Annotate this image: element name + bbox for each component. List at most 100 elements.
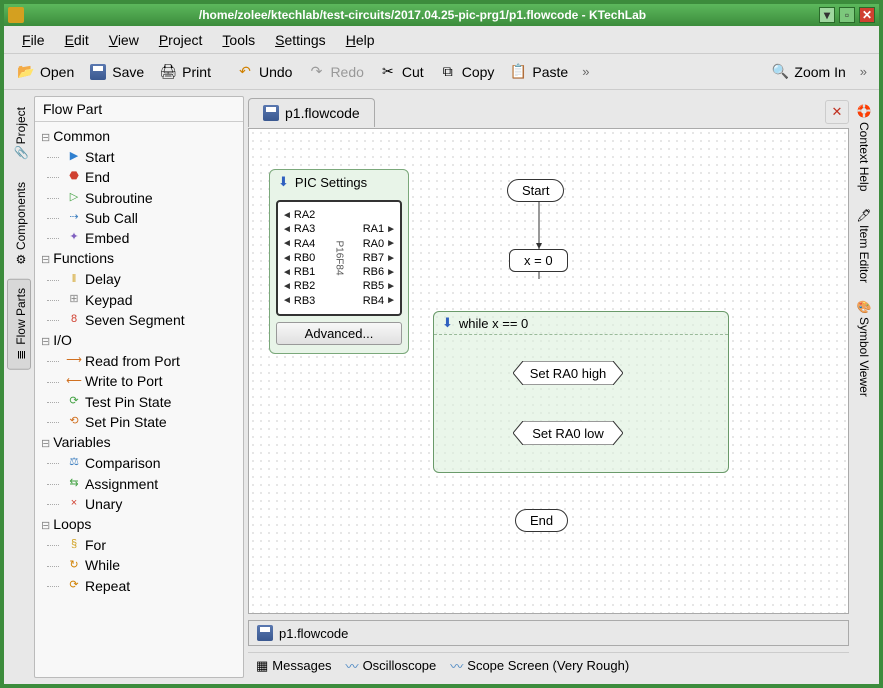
tab-flowparts[interactable]: ≣Flow Parts <box>7 279 31 370</box>
item-unary[interactable]: ×Unary <box>37 494 241 514</box>
tab-context-help[interactable]: 🛟Context Help <box>855 98 877 197</box>
print-icon: 🖨 <box>158 62 178 82</box>
flowpart-tree: Common ▶Start ⬣End ▷Subroutine ⇢Sub Call… <box>35 122 243 600</box>
close-button[interactable]: ✕ <box>859 7 875 23</box>
flow-start-node[interactable]: Start <box>507 179 564 202</box>
group-variables[interactable]: Variables <box>37 432 241 453</box>
comparison-icon: ⚖ <box>67 456 81 470</box>
item-while[interactable]: ↻While <box>37 555 241 575</box>
end-icon: ⬣ <box>67 170 81 184</box>
item-end[interactable]: ⬣End <box>37 167 241 187</box>
group-functions[interactable]: Functions <box>37 248 241 269</box>
scope-icon: 〰 <box>450 656 463 675</box>
item-comparison[interactable]: ⚖Comparison <box>37 453 241 473</box>
status-scope-screen[interactable]: 〰Scope Screen (Very Rough) <box>450 656 629 675</box>
group-loops[interactable]: Loops <box>37 514 241 535</box>
embed-icon: ✦ <box>67 231 81 245</box>
tab-item-editor[interactable]: 🖊Item Editor <box>855 201 877 289</box>
menu-edit[interactable]: Edit <box>55 28 99 52</box>
status-messages[interactable]: ▦Messages <box>256 658 332 674</box>
flow-set-high-node[interactable]: Set RA0 high <box>513 361 623 385</box>
readport-icon: ⟶ <box>67 354 81 368</box>
unary-icon: × <box>67 497 81 511</box>
maximize-button[interactable]: ▫ <box>839 7 855 23</box>
for-icon: § <box>67 538 81 552</box>
menu-project[interactable]: Project <box>149 28 213 52</box>
item-seven-segment[interactable]: 8Seven Segment <box>37 310 241 330</box>
copy-button[interactable]: ⧉Copy <box>432 59 501 85</box>
doc-tab-p1[interactable]: p1.flowcode <box>248 98 375 127</box>
tab-components[interactable]: ⚙Components <box>7 173 31 275</box>
menu-file[interactable]: File <box>12 28 55 52</box>
close-doc-button[interactable]: ✕ <box>825 100 849 124</box>
while-icon: ↻ <box>67 559 81 573</box>
item-write-port[interactable]: ⟵Write to Port <box>37 371 241 391</box>
item-embed[interactable]: ✦Embed <box>37 228 241 248</box>
while-header: ⬇ while x == 0 <box>434 312 728 335</box>
zoomin-button[interactable]: 🔍Zoom In <box>764 59 851 85</box>
main-area: p1.flowcode ✕ ⬇ PIC Settings P16F84 ◄RA2… <box>248 96 849 678</box>
group-common[interactable]: Common <box>37 126 241 147</box>
save-button[interactable]: Save <box>82 59 150 85</box>
sidebar-header: Flow Part <box>35 97 243 122</box>
statusbar: ▦Messages 〰Oscilloscope 〰Scope Screen (V… <box>248 652 849 678</box>
advanced-button[interactable]: Advanced... <box>276 322 402 345</box>
tab-project[interactable]: 📎Project <box>7 98 31 169</box>
open-button[interactable]: 📂Open <box>10 59 80 85</box>
paste-icon: 📋 <box>508 62 528 82</box>
zoomin-icon: 🔍 <box>770 62 790 82</box>
save-icon <box>257 625 273 641</box>
redo-button[interactable]: ↷Redo <box>300 59 369 85</box>
toolbar-overflow[interactable]: » <box>576 64 595 79</box>
print-button[interactable]: 🖨Print <box>152 59 217 85</box>
sevenseg-icon: 8 <box>67 313 81 327</box>
item-for[interactable]: §For <box>37 535 241 555</box>
pic-settings-header: ⬇ PIC Settings <box>270 170 408 194</box>
app-window: /home/zolee/ktechlab/test-circuits/2017.… <box>0 0 883 688</box>
help-icon: 🛟 <box>857 104 871 118</box>
item-delay[interactable]: ‖Delay <box>37 269 241 289</box>
flow-while-loop[interactable]: ⬇ while x == 0 <box>433 311 729 473</box>
oscilloscope-icon: 〰 <box>346 656 359 675</box>
item-keypad[interactable]: ⊞Keypad <box>37 290 241 310</box>
status-oscilloscope[interactable]: 〰Oscilloscope <box>346 656 437 675</box>
titlebar: /home/zolee/ktechlab/test-circuits/2017.… <box>4 4 879 26</box>
flow-end-node[interactable]: End <box>515 509 568 532</box>
paste-button[interactable]: 📋Paste <box>502 59 574 85</box>
document-tabs: p1.flowcode ✕ <box>248 96 849 128</box>
symbol-icon: 🎨 <box>857 299 871 313</box>
menubar: File Edit View Project Tools Settings He… <box>4 26 879 54</box>
flowchart-canvas[interactable]: ⬇ PIC Settings P16F84 ◄RA2 ◄RA3RA1► ◄RA4… <box>248 128 849 614</box>
item-read-port[interactable]: ⟶Read from Port <box>37 351 241 371</box>
tab-symbol-viewer[interactable]: 🎨Symbol Viewer <box>855 293 877 403</box>
group-io[interactable]: I/O <box>37 330 241 351</box>
pic-chip[interactable]: P16F84 ◄RA2 ◄RA3RA1► ◄RA4RA0► ◄RB0RB7► ◄… <box>276 200 402 316</box>
menu-view[interactable]: View <box>99 28 149 52</box>
window-title: /home/zolee/ktechlab/test-circuits/2017.… <box>30 8 815 22</box>
item-test-pin[interactable]: ⟳Test Pin State <box>37 392 241 412</box>
menu-tools[interactable]: Tools <box>212 28 265 52</box>
bottom-doc-tab[interactable]: p1.flowcode <box>248 620 849 646</box>
pic-settings-panel[interactable]: ⬇ PIC Settings P16F84 ◄RA2 ◄RA3RA1► ◄RA4… <box>269 169 409 354</box>
undo-button[interactable]: ↶Undo <box>229 59 298 85</box>
menu-help[interactable]: Help <box>336 28 385 52</box>
item-set-pin[interactable]: ⟲Set Pin State <box>37 412 241 432</box>
cut-button[interactable]: ✂Cut <box>372 59 430 85</box>
item-subcall[interactable]: ⇢Sub Call <box>37 208 241 228</box>
open-icon: 📂 <box>16 62 36 82</box>
flow-set-low-node[interactable]: Set RA0 low <box>513 421 623 445</box>
minimize-button[interactable]: ▾ <box>819 7 835 23</box>
app-icon <box>8 7 24 23</box>
menu-settings[interactable]: Settings <box>265 28 336 52</box>
flowparts-icon: ≣ <box>16 349 28 361</box>
item-start[interactable]: ▶Start <box>37 147 241 167</box>
redo-icon: ↷ <box>306 62 326 82</box>
components-icon: ⚙ <box>16 254 28 266</box>
item-subroutine[interactable]: ▷Subroutine <box>37 188 241 208</box>
item-repeat[interactable]: ⟳Repeat <box>37 576 241 596</box>
flow-assign-node[interactable]: x = 0 <box>509 249 568 272</box>
toolbar-overflow-right[interactable]: » <box>854 64 873 79</box>
copy-icon: ⧉ <box>438 62 458 82</box>
left-dock: 📎Project ⚙Components ≣Flow Parts <box>4 90 34 684</box>
item-assignment[interactable]: ⇆Assignment <box>37 474 241 494</box>
